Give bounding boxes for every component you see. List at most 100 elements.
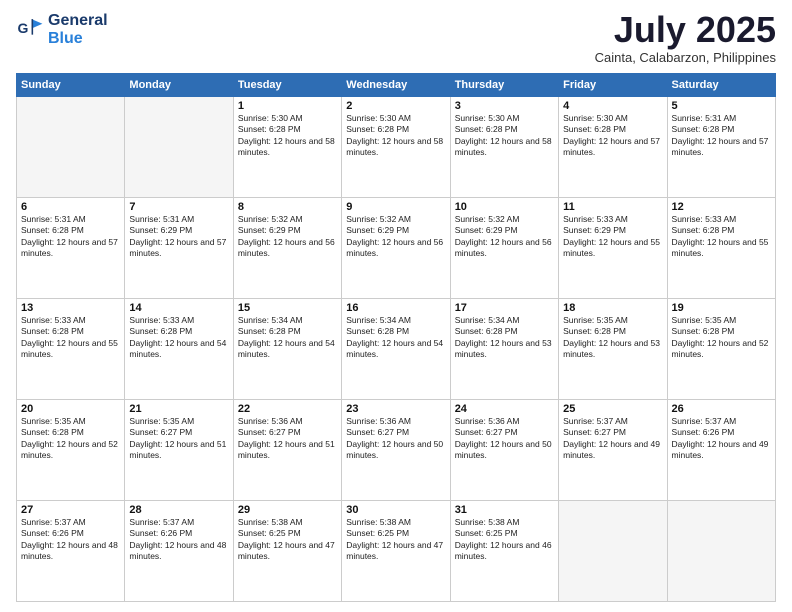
day-number: 30 <box>346 504 445 516</box>
cell-info: Sunrise: 5:35 AMSunset: 6:28 PMDaylight:… <box>563 315 662 361</box>
day-number: 17 <box>455 302 554 314</box>
calendar-cell: 30Sunrise: 5:38 AMSunset: 6:25 PMDayligh… <box>342 501 450 602</box>
day-number: 15 <box>238 302 337 314</box>
col-header-friday: Friday <box>559 74 667 97</box>
calendar-cell: 10Sunrise: 5:32 AMSunset: 6:29 PMDayligh… <box>450 198 558 299</box>
calendar-cell: 9Sunrise: 5:32 AMSunset: 6:29 PMDaylight… <box>342 198 450 299</box>
cell-info: Sunrise: 5:38 AMSunset: 6:25 PMDaylight:… <box>238 517 337 563</box>
day-number: 6 <box>21 201 120 213</box>
day-number: 11 <box>563 201 662 213</box>
title-block: July 2025 Cainta, Calabarzon, Philippine… <box>595 12 776 65</box>
cell-info: Sunrise: 5:35 AMSunset: 6:28 PMDaylight:… <box>21 416 120 462</box>
day-number: 28 <box>129 504 228 516</box>
calendar-cell <box>559 501 667 602</box>
calendar-cell: 20Sunrise: 5:35 AMSunset: 6:28 PMDayligh… <box>17 400 125 501</box>
day-number: 26 <box>672 403 771 415</box>
cell-info: Sunrise: 5:32 AMSunset: 6:29 PMDaylight:… <box>346 214 445 260</box>
month-title: July 2025 <box>595 12 776 48</box>
day-number: 20 <box>21 403 120 415</box>
cell-info: Sunrise: 5:33 AMSunset: 6:28 PMDaylight:… <box>21 315 120 361</box>
calendar-table: SundayMondayTuesdayWednesdayThursdayFrid… <box>16 73 776 602</box>
cell-info: Sunrise: 5:36 AMSunset: 6:27 PMDaylight:… <box>346 416 445 462</box>
day-number: 13 <box>21 302 120 314</box>
day-number: 18 <box>563 302 662 314</box>
day-number: 22 <box>238 403 337 415</box>
week-row-2: 6Sunrise: 5:31 AMSunset: 6:28 PMDaylight… <box>17 198 776 299</box>
cell-info: Sunrise: 5:33 AMSunset: 6:28 PMDaylight:… <box>129 315 228 361</box>
subtitle: Cainta, Calabarzon, Philippines <box>595 50 776 65</box>
day-number: 3 <box>455 100 554 112</box>
day-number: 9 <box>346 201 445 213</box>
day-number: 29 <box>238 504 337 516</box>
calendar-cell <box>125 97 233 198</box>
calendar-cell: 19Sunrise: 5:35 AMSunset: 6:28 PMDayligh… <box>667 299 775 400</box>
calendar-cell: 3Sunrise: 5:30 AMSunset: 6:28 PMDaylight… <box>450 97 558 198</box>
calendar-cell: 15Sunrise: 5:34 AMSunset: 6:28 PMDayligh… <box>233 299 341 400</box>
cell-info: Sunrise: 5:37 AMSunset: 6:27 PMDaylight:… <box>563 416 662 462</box>
week-row-1: 1Sunrise: 5:30 AMSunset: 6:28 PMDaylight… <box>17 97 776 198</box>
col-header-wednesday: Wednesday <box>342 74 450 97</box>
calendar-cell: 24Sunrise: 5:36 AMSunset: 6:27 PMDayligh… <box>450 400 558 501</box>
calendar-cell: 13Sunrise: 5:33 AMSunset: 6:28 PMDayligh… <box>17 299 125 400</box>
header: G General Blue July 2025 Cainta, Calabar… <box>16 12 776 65</box>
day-number: 27 <box>21 504 120 516</box>
calendar-cell: 23Sunrise: 5:36 AMSunset: 6:27 PMDayligh… <box>342 400 450 501</box>
week-row-3: 13Sunrise: 5:33 AMSunset: 6:28 PMDayligh… <box>17 299 776 400</box>
calendar-cell: 16Sunrise: 5:34 AMSunset: 6:28 PMDayligh… <box>342 299 450 400</box>
day-number: 14 <box>129 302 228 314</box>
day-number: 16 <box>346 302 445 314</box>
day-number: 4 <box>563 100 662 112</box>
calendar-cell: 25Sunrise: 5:37 AMSunset: 6:27 PMDayligh… <box>559 400 667 501</box>
calendar-cell: 2Sunrise: 5:30 AMSunset: 6:28 PMDaylight… <box>342 97 450 198</box>
cell-info: Sunrise: 5:32 AMSunset: 6:29 PMDaylight:… <box>238 214 337 260</box>
calendar-cell: 12Sunrise: 5:33 AMSunset: 6:28 PMDayligh… <box>667 198 775 299</box>
calendar-cell: 11Sunrise: 5:33 AMSunset: 6:29 PMDayligh… <box>559 198 667 299</box>
calendar-cell: 1Sunrise: 5:30 AMSunset: 6:28 PMDaylight… <box>233 97 341 198</box>
col-header-tuesday: Tuesday <box>233 74 341 97</box>
cell-info: Sunrise: 5:34 AMSunset: 6:28 PMDaylight:… <box>238 315 337 361</box>
cell-info: Sunrise: 5:30 AMSunset: 6:28 PMDaylight:… <box>563 113 662 159</box>
calendar-cell: 7Sunrise: 5:31 AMSunset: 6:29 PMDaylight… <box>125 198 233 299</box>
day-number: 8 <box>238 201 337 213</box>
day-number: 10 <box>455 201 554 213</box>
cell-info: Sunrise: 5:38 AMSunset: 6:25 PMDaylight:… <box>346 517 445 563</box>
cell-info: Sunrise: 5:37 AMSunset: 6:26 PMDaylight:… <box>672 416 771 462</box>
cell-info: Sunrise: 5:30 AMSunset: 6:28 PMDaylight:… <box>346 113 445 159</box>
day-number: 24 <box>455 403 554 415</box>
calendar-cell: 8Sunrise: 5:32 AMSunset: 6:29 PMDaylight… <box>233 198 341 299</box>
calendar-cell: 21Sunrise: 5:35 AMSunset: 6:27 PMDayligh… <box>125 400 233 501</box>
cell-info: Sunrise: 5:36 AMSunset: 6:27 PMDaylight:… <box>238 416 337 462</box>
cell-info: Sunrise: 5:31 AMSunset: 6:28 PMDaylight:… <box>21 214 120 260</box>
calendar-cell: 27Sunrise: 5:37 AMSunset: 6:26 PMDayligh… <box>17 501 125 602</box>
cell-info: Sunrise: 5:37 AMSunset: 6:26 PMDaylight:… <box>21 517 120 563</box>
day-number: 5 <box>672 100 771 112</box>
day-number: 12 <box>672 201 771 213</box>
calendar-cell: 6Sunrise: 5:31 AMSunset: 6:28 PMDaylight… <box>17 198 125 299</box>
cell-info: Sunrise: 5:31 AMSunset: 6:29 PMDaylight:… <box>129 214 228 260</box>
calendar-header-row: SundayMondayTuesdayWednesdayThursdayFrid… <box>17 74 776 97</box>
day-number: 2 <box>346 100 445 112</box>
cell-info: Sunrise: 5:32 AMSunset: 6:29 PMDaylight:… <box>455 214 554 260</box>
calendar-cell: 5Sunrise: 5:31 AMSunset: 6:28 PMDaylight… <box>667 97 775 198</box>
cell-info: Sunrise: 5:34 AMSunset: 6:28 PMDaylight:… <box>346 315 445 361</box>
calendar-cell: 26Sunrise: 5:37 AMSunset: 6:26 PMDayligh… <box>667 400 775 501</box>
week-row-5: 27Sunrise: 5:37 AMSunset: 6:26 PMDayligh… <box>17 501 776 602</box>
col-header-saturday: Saturday <box>667 74 775 97</box>
day-number: 23 <box>346 403 445 415</box>
logo-icon: G <box>16 16 44 44</box>
cell-info: Sunrise: 5:36 AMSunset: 6:27 PMDaylight:… <box>455 416 554 462</box>
logo-text-blue: Blue <box>48 30 108 48</box>
day-number: 21 <box>129 403 228 415</box>
cell-info: Sunrise: 5:34 AMSunset: 6:28 PMDaylight:… <box>455 315 554 361</box>
cell-info: Sunrise: 5:30 AMSunset: 6:28 PMDaylight:… <box>455 113 554 159</box>
col-header-thursday: Thursday <box>450 74 558 97</box>
calendar-cell: 17Sunrise: 5:34 AMSunset: 6:28 PMDayligh… <box>450 299 558 400</box>
day-number: 19 <box>672 302 771 314</box>
week-row-4: 20Sunrise: 5:35 AMSunset: 6:28 PMDayligh… <box>17 400 776 501</box>
cell-info: Sunrise: 5:37 AMSunset: 6:26 PMDaylight:… <box>129 517 228 563</box>
svg-text:G: G <box>18 20 29 36</box>
day-number: 31 <box>455 504 554 516</box>
calendar-cell: 28Sunrise: 5:37 AMSunset: 6:26 PMDayligh… <box>125 501 233 602</box>
calendar-cell: 22Sunrise: 5:36 AMSunset: 6:27 PMDayligh… <box>233 400 341 501</box>
day-number: 25 <box>563 403 662 415</box>
